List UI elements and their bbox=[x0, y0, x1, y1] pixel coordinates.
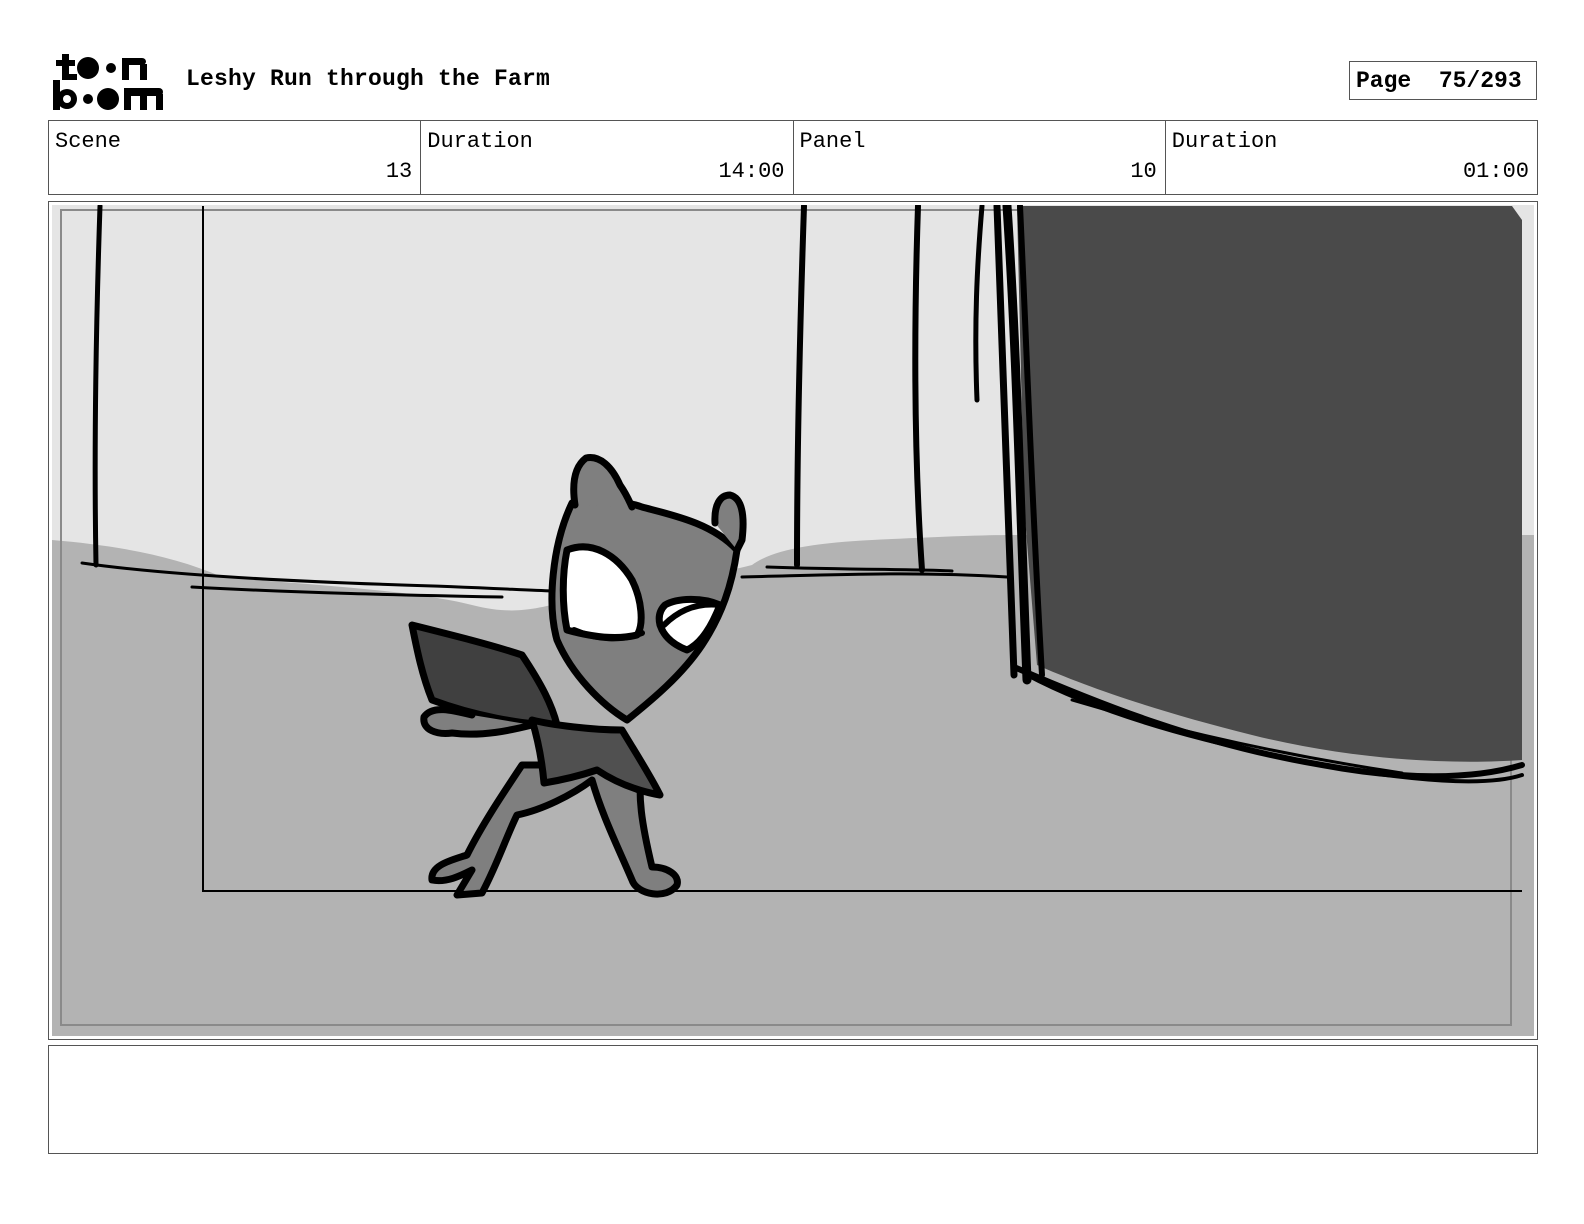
scene-value: 13 bbox=[385, 159, 413, 184]
scene-cell: Scene 13 bbox=[49, 121, 422, 194]
panel-duration-cell: Duration 01:00 bbox=[1166, 121, 1537, 194]
panel-cell: Panel 10 bbox=[794, 121, 1166, 194]
scene-duration-value: 14:00 bbox=[718, 159, 785, 184]
toonboom-logo bbox=[50, 50, 166, 112]
panel-value: 10 bbox=[1130, 159, 1157, 184]
storyboard-panel bbox=[48, 201, 1538, 1040]
dark-wall bbox=[1017, 206, 1522, 762]
panel-drawing bbox=[52, 205, 1534, 1036]
page-spacer bbox=[1411, 68, 1439, 94]
scene-duration-cell: Duration 14:00 bbox=[421, 121, 794, 194]
page-number: 75/293 bbox=[1438, 67, 1522, 94]
scene-duration-label: Duration bbox=[427, 129, 533, 154]
page-label: Page bbox=[1356, 67, 1412, 94]
panel-label: Panel bbox=[799, 129, 866, 154]
page-indicator: Page 75/293 bbox=[1349, 61, 1537, 100]
storyboard-title: Leshy Run through the Farm bbox=[186, 66, 551, 92]
scene-label: Scene bbox=[55, 129, 122, 154]
panel-info-row: Scene 13 Duration 14:00 Panel 10 Duratio… bbox=[48, 120, 1538, 195]
panel-duration-label: Duration bbox=[1171, 129, 1278, 154]
panel-notes bbox=[48, 1045, 1538, 1154]
panel-duration-value: 01:00 bbox=[1462, 159, 1529, 184]
